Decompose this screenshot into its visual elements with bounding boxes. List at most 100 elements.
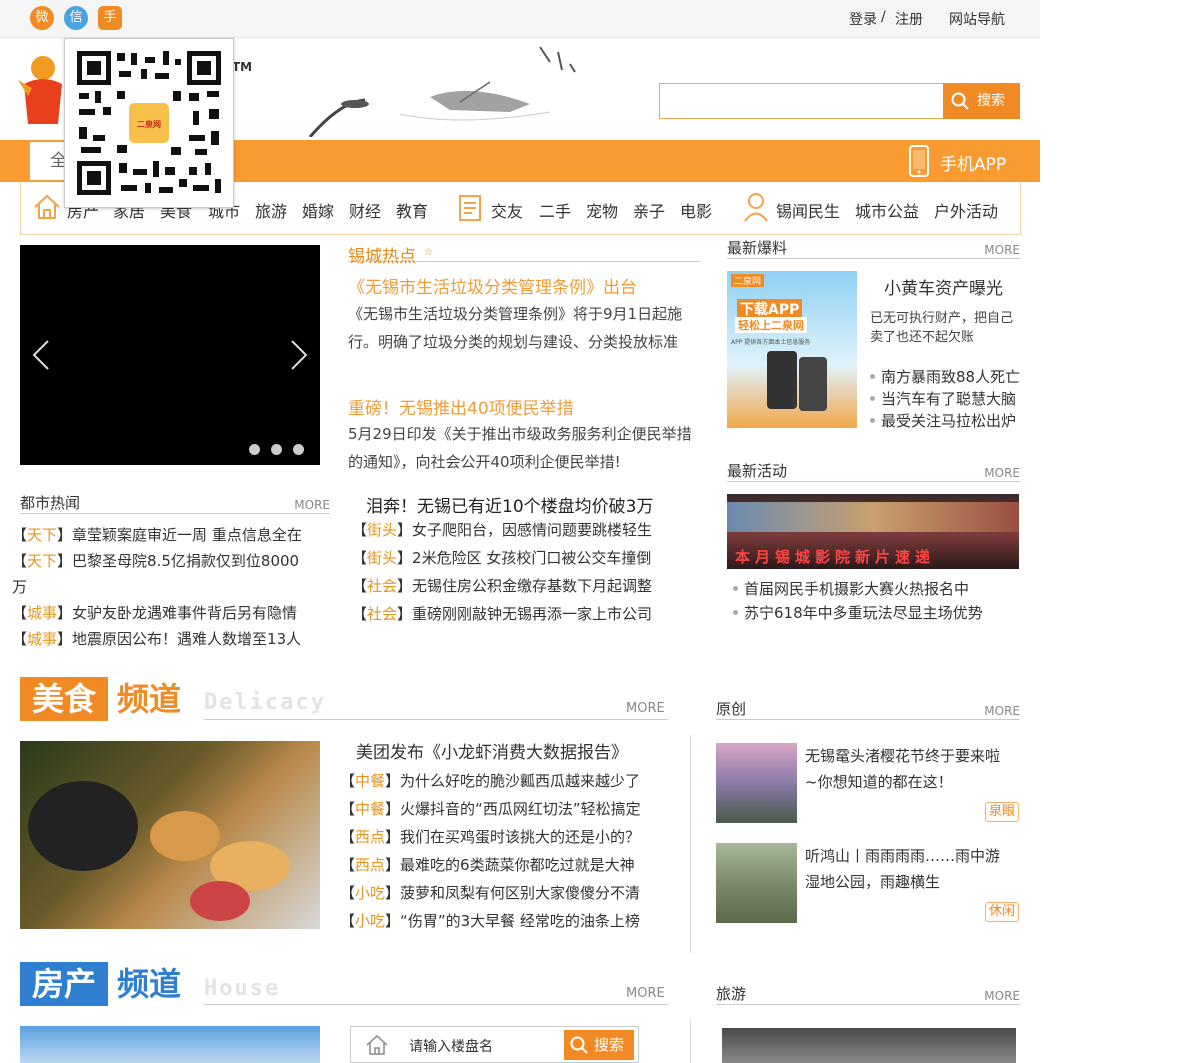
wechat-icon[interactable]: 信	[64, 6, 88, 30]
hot-title: 锡城热点	[348, 247, 416, 267]
activity-header: 最新活动 MORE	[727, 460, 1020, 482]
travel-image[interactable]	[722, 1028, 1016, 1063]
list-item[interactable]: 南方暴雨致88人死亡	[870, 366, 1020, 387]
hot-headline[interactable]: 泪奔！无锡已有近10个楼盘均价破3万	[366, 492, 653, 517]
more-link[interactable]: MORE	[984, 704, 1020, 718]
nav-item-movie[interactable]: 电影	[680, 198, 712, 222]
divider	[690, 735, 691, 953]
nav-item-travel[interactable]: 旅游	[255, 198, 287, 222]
food-plate	[150, 811, 220, 861]
nav-item-outdoor[interactable]: 户外活动	[934, 198, 998, 222]
search-icon	[951, 92, 969, 110]
list-item[interactable]: 【天下】章莹颖案庭审近一周 重点信息全在	[12, 524, 302, 545]
city-hot-header: 都市热闻 MORE	[20, 492, 330, 514]
list-item[interactable]: 【小吃】菠萝和凤梨有何区别大家傻傻分不清	[340, 882, 640, 903]
slider-dot[interactable]	[293, 444, 304, 455]
nav-item-finance[interactable]: 财经	[349, 198, 381, 222]
list-item[interactable]: 【社会】重磅刚刚敲钟无锡再添一家上市公司	[352, 603, 652, 624]
qr-code-popup: 二泉网	[64, 38, 234, 208]
nav-item-pets[interactable]: 宠物	[586, 198, 618, 222]
original-image-2[interactable]	[716, 843, 797, 923]
mobile-icon[interactable]: 手	[98, 6, 122, 30]
app-ad-image[interactable]: 二泉网 下载APP 轻松上二泉网 APP 提供各方面本土信息服务	[727, 271, 857, 428]
food-channel-label: 频道	[117, 680, 182, 718]
travel-header: 旅游 MORE	[716, 983, 1020, 1005]
more-link[interactable]: MORE	[984, 243, 1020, 257]
image-slider[interactable]	[20, 245, 320, 465]
activity-banner[interactable]: 本月锡城影院新片速递	[727, 494, 1019, 569]
travel-title: 旅游	[716, 985, 747, 1003]
prev-arrow-icon[interactable]	[32, 339, 50, 371]
grill	[28, 781, 138, 871]
list-item[interactable]: 【小吃】“伤胃”的3大早餐 经常吃的油条上榜	[340, 910, 640, 931]
more-link[interactable]: MORE	[626, 701, 665, 716]
slider-dot[interactable]	[271, 444, 282, 455]
site-logo[interactable]	[18, 54, 68, 126]
mobile-app-link[interactable]: 手机APP	[940, 150, 1006, 175]
house-channel-label: 频道	[117, 965, 182, 1003]
list-item[interactable]: 苏宁618年中多重玩法尽显主场优势	[733, 602, 983, 623]
ink-painting	[300, 42, 590, 138]
food-image[interactable]	[20, 741, 320, 929]
nav-item-livelihood[interactable]: 锡闻民生	[776, 198, 840, 222]
list-item[interactable]: 【西点】我们在买鸡蛋时该挑大的还是小的？	[340, 826, 640, 847]
nav-item-charity[interactable]: 城市公益	[855, 198, 919, 222]
list-item[interactable]: 【中餐】火爆抖音的“西瓜网红切法”轻松搞定	[340, 798, 641, 819]
house-search-button[interactable]: 搜索	[564, 1030, 634, 1060]
activity-banner-text: 本月锡城影院新片速递	[735, 548, 936, 566]
more-link[interactable]: MORE	[294, 498, 330, 512]
list-item[interactable]: 【街头】2米危险区 女孩校门口被公交车撞倒	[352, 547, 651, 568]
more-link[interactable]: MORE	[626, 986, 665, 1001]
nav-item-dating[interactable]: 交友	[491, 198, 523, 222]
list-item[interactable]: 【城事】地震原因公布！遇难人数增至13人	[12, 628, 301, 649]
list-item[interactable]: 最受关注马拉松出炉	[870, 410, 1016, 431]
nav-item-wedding[interactable]: 婚嫁	[302, 198, 334, 222]
list-item[interactable]: 首届网民手机摄影大赛火热报名中	[733, 578, 969, 599]
original-item2-text[interactable]: 听鸿山丨雨雨雨雨……雨中游 湿地公园，雨趣横生	[805, 843, 1020, 895]
register-link[interactable]: 注册	[895, 9, 923, 29]
list-item-cont[interactable]: 万	[12, 576, 27, 597]
house-search-input[interactable]: 请输入楼盘名	[409, 1036, 493, 1056]
list-item[interactable]: 当汽车有了聪慧大脑	[870, 388, 1016, 409]
nav-item-parenting[interactable]: 亲子	[633, 198, 665, 222]
weibo-icon[interactable]: 微	[30, 6, 54, 30]
next-arrow-icon[interactable]	[290, 339, 308, 371]
list-item[interactable]: 【街头】女子爬阳台，因感情问题要跳楼轻生	[352, 519, 652, 540]
list-item[interactable]: 【西点】最难吃的6类蔬菜你都吃过就是大神	[340, 854, 635, 875]
more-link[interactable]: MORE	[984, 989, 1020, 1003]
nav-item-secondhand[interactable]: 二手	[539, 198, 571, 222]
hot-item2-title[interactable]: 重磅！无锡推出40项便民举措	[348, 394, 574, 419]
original-image-1[interactable]	[716, 743, 797, 823]
hot-item1-title[interactable]: 《无锡市生活垃圾分类管理条例》出台	[348, 273, 637, 298]
list-item[interactable]: 【城事】女驴友卧龙遇难事件背后另有隐情	[12, 602, 297, 623]
separator: /	[881, 9, 886, 25]
house-image[interactable]	[20, 1026, 320, 1063]
activity-title: 最新活动	[727, 462, 788, 480]
original-header: 原创 MORE	[716, 698, 1020, 720]
breaking-feature-title[interactable]: 小黄车资产曝光	[884, 274, 1003, 299]
list-item[interactable]: 【中餐】为什么好吃的脆沙瓤西瓜越来越少了	[340, 770, 640, 791]
hot-item2-desc: 5月29日印发《关于推出市级政务服务利企便民举措的通知》，向社会公开40项利企便…	[348, 425, 692, 471]
person-icon	[744, 193, 768, 222]
food-plate	[190, 881, 250, 921]
house-channel-badge: 房产	[20, 962, 108, 1006]
search-input[interactable]	[659, 83, 944, 119]
site-nav-link[interactable]: 网站导航	[949, 9, 1005, 29]
document-icon	[459, 195, 481, 221]
nav-item-education[interactable]: 教育	[396, 198, 428, 222]
food-headline[interactable]: 美团发布《小龙虾消费大数据报告》	[356, 738, 628, 763]
ad-line2: 轻松上二泉网	[735, 317, 807, 333]
breaking-header: 最新爆料 MORE	[727, 237, 1020, 259]
trademark: TM	[232, 60, 253, 74]
breaking-feature-desc: 已无可执行财产，把自己卖了也还不起欠账	[870, 311, 1014, 345]
original-item1-text[interactable]: 无锡鼋头渚樱花节终于要来啦 ~你想知道的都在这！	[805, 743, 1020, 795]
search-button[interactable]: 搜索	[943, 83, 1020, 119]
login-link[interactable]: 登录	[849, 9, 877, 29]
phone-mockup	[767, 351, 797, 409]
original-badge[interactable]: 泉眼	[985, 802, 1020, 822]
list-item[interactable]: 【社会】无锡住房公积金缴存基数下月起调整	[352, 575, 652, 596]
slider-dot[interactable]	[249, 444, 260, 455]
list-item[interactable]: 【天下】巴黎圣母院8.5亿捐款仅到位8000	[12, 550, 299, 571]
original-badge[interactable]: 休闲	[985, 902, 1020, 922]
more-link[interactable]: MORE	[984, 466, 1020, 480]
